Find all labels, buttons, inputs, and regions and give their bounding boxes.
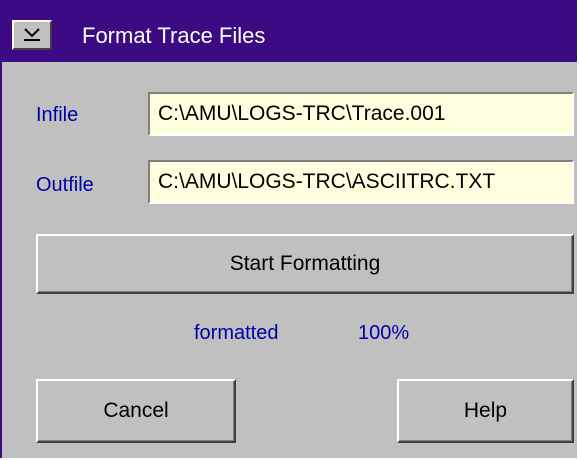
cancel-button[interactable]: Cancel xyxy=(36,379,236,443)
outfile-label: Outfile xyxy=(36,174,94,196)
window-title: Format Trace Files xyxy=(82,23,266,48)
cancel-label: Cancel xyxy=(103,399,169,422)
help-label: Help xyxy=(463,399,508,422)
start-formatting-button[interactable]: Start Formatting xyxy=(36,234,574,294)
format-trace-files-dialog: Format Trace Files Infile Outfile Start … xyxy=(0,0,577,458)
chevron-down-icon xyxy=(24,28,40,41)
progress-percent: 100% xyxy=(358,322,410,344)
status-text: formatted xyxy=(194,322,279,344)
start-formatting-label: Start Formatting xyxy=(229,252,381,275)
system-menu-icon[interactable] xyxy=(12,20,52,50)
infile-label: Infile xyxy=(36,104,79,126)
infile-field[interactable] xyxy=(148,92,574,136)
title-bar[interactable]: Format Trace Files xyxy=(2,2,577,62)
outfile-field[interactable] xyxy=(148,160,574,204)
help-button[interactable]: Help xyxy=(397,379,574,443)
